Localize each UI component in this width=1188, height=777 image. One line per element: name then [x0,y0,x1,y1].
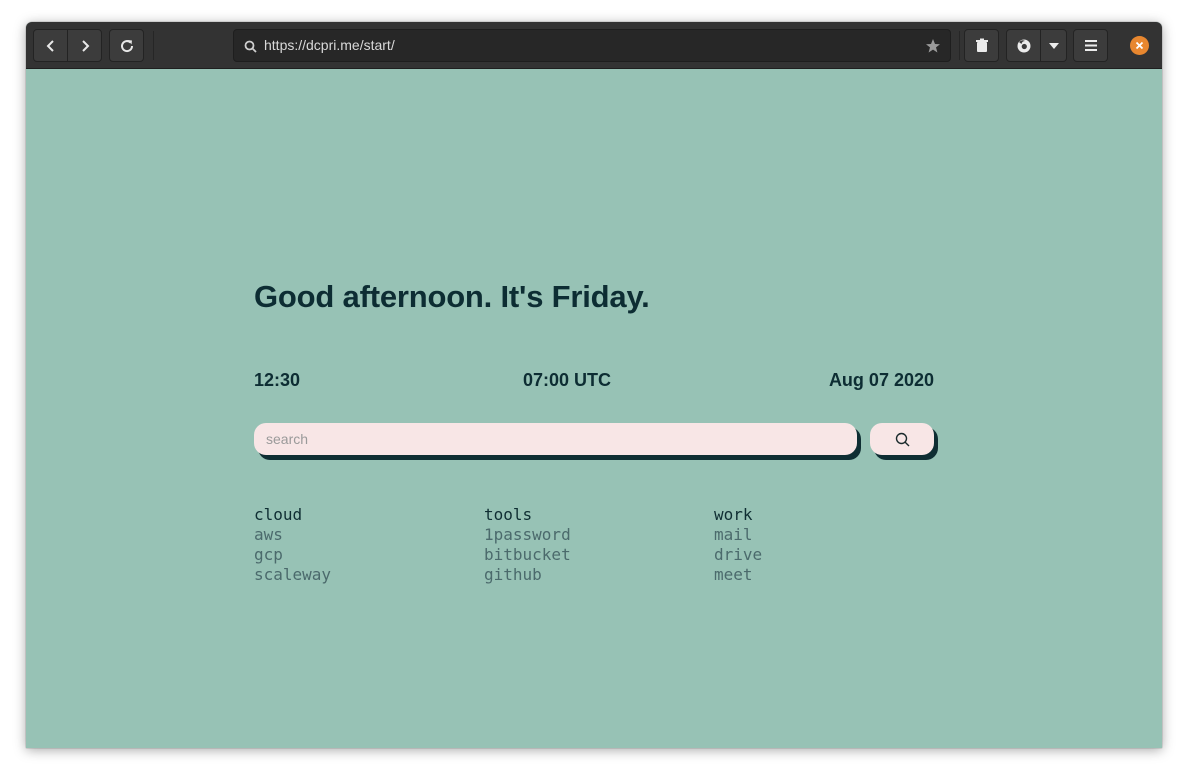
close-icon [1135,41,1144,50]
reload-icon [120,39,133,52]
forget-button[interactable] [964,29,999,62]
local-time: 12:30 [254,370,301,390]
link-drive[interactable]: drive [714,545,762,565]
toolbar-separator [959,31,960,60]
link-gcp[interactable]: gcp [254,545,331,565]
forward-button[interactable] [67,29,102,62]
hamburger-menu-icon [1084,40,1097,51]
trash-icon [975,38,988,52]
link-group-title: work [714,505,753,524]
link-scaleway[interactable]: scaleway [254,565,331,585]
start-page: Good afternoon. It's Friday. 12:30 07:00… [26,69,1162,748]
account-dropdown-button[interactable] [1040,29,1067,62]
search-icon [895,432,909,446]
chevron-right-icon [81,39,89,52]
firefox-icon [1017,39,1030,52]
link-aws[interactable]: aws [254,525,331,545]
greeting-heading: Good afternoon. It's Friday. [254,279,650,314]
link-mail[interactable]: mail [714,525,762,545]
browser-window: https://dcpri.me/start/ Good afternoon. … [26,22,1162,748]
url-text: https://dcpri.me/start/ [264,37,395,53]
toolbar-separator [153,31,154,60]
current-date: Aug 07 2020 [828,370,934,390]
utc-time: 07:00 UTC [523,370,612,390]
link-group-work: work mail drive meet [714,505,762,585]
search-icon [244,40,257,53]
link-group-title: cloud [254,505,303,524]
url-bar[interactable]: https://dcpri.me/start/ [233,29,951,62]
link-meet[interactable]: meet [714,565,762,585]
caret-down-icon [1048,42,1059,49]
link-group-title: tools [484,505,533,524]
back-button[interactable] [33,29,68,62]
firefox-account-button[interactable] [1006,29,1041,62]
window-close-button[interactable] [1130,36,1149,55]
link-group-cloud: cloud aws gcp scaleway [254,505,331,585]
link-group-tools: tools 1password bitbucket github [484,505,571,585]
search-input[interactable] [254,423,857,455]
bookmark-star-icon[interactable] [925,38,941,54]
chevron-left-icon [46,39,54,52]
link-github[interactable]: github [484,565,571,585]
search-button[interactable] [870,423,934,455]
menu-button[interactable] [1073,29,1108,62]
reload-button[interactable] [109,29,144,62]
link-1password[interactable]: 1password [484,525,571,545]
link-bitbucket[interactable]: bitbucket [484,545,571,565]
browser-toolbar: https://dcpri.me/start/ [26,22,1162,69]
